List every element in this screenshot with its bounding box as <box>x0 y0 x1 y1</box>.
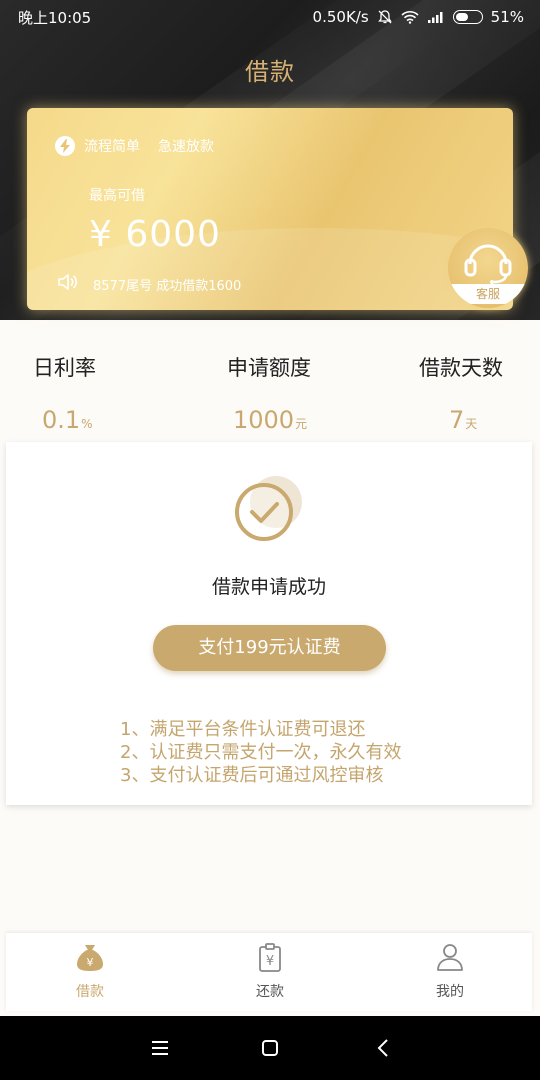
loan-card: 流程简单 急速放款 最高可借 ¥ 6000 8577尾号 成功借款1600 <box>27 108 513 310</box>
daily-rate-label: 日利率 <box>33 356 96 380</box>
tab-repay[interactable]: ¥ 还款 <box>210 933 330 1011</box>
menu-icon[interactable] <box>148 1036 172 1060</box>
max-borrow-label: 最高可借 <box>89 188 145 204</box>
svg-text:¥: ¥ <box>266 954 274 969</box>
note-item: 3、支付认证费后可通过风控审核 <box>120 765 384 786</box>
tag-fast-loan: 急速放款 <box>158 139 214 155</box>
pay-fee-button[interactable]: 支付199元认证费 <box>153 625 386 671</box>
repay-clipboard-icon: ¥ <box>254 941 286 973</box>
apply-amount-label: 申请额度 <box>227 356 311 380</box>
loan-notice: 8577尾号 成功借款1600 <box>57 272 241 296</box>
status-bar: 晚上10:05 0.50K/s 51% <box>0 0 540 34</box>
lightning-icon <box>55 136 75 156</box>
mute-bell-icon <box>377 9 393 25</box>
wifi-icon <box>401 10 419 24</box>
loan-days-value: 7天 <box>449 406 478 434</box>
daily-rate-value: 0.1% <box>42 406 93 434</box>
success-message: 借款申请成功 <box>211 576 326 598</box>
tab-mine-label: 我的 <box>436 984 464 1000</box>
battery-percent: 51% <box>490 8 524 26</box>
battery-icon <box>452 10 483 24</box>
headset-icon <box>462 240 514 288</box>
network-speed: 0.50K/s <box>312 8 369 26</box>
tab-mine[interactable]: 我的 <box>390 933 510 1011</box>
note-item: 2、认证费只需支付一次，永久有效 <box>120 742 402 763</box>
speaker-icon <box>57 272 79 296</box>
money-bag-icon: ¥ <box>74 941 106 973</box>
note-item: 1、满足平台条件认证费可退还 <box>120 719 366 740</box>
card-tags: 流程简单 急速放款 <box>55 136 214 156</box>
fee-notes: 1、满足平台条件认证费可退还 2、认证费只需支付一次，永久有效 3、支付认证费后… <box>120 718 401 787</box>
stats-values: 0.1% 1000元 7天 <box>0 406 540 440</box>
tab-repay-label: 还款 <box>256 984 284 1000</box>
success-panel: 借款申请成功 支付199元认证费 1、满足平台条件认证费可退还 2、认证费只需支… <box>6 442 532 805</box>
loan-notice-text: 8577尾号 成功借款1600 <box>93 278 242 294</box>
check-circle-icon <box>234 476 306 544</box>
signal-icon <box>427 10 445 24</box>
svg-text:¥: ¥ <box>87 956 94 969</box>
status-time: 晚上10:05 <box>18 8 92 27</box>
bottom-tab-bar: ¥ 借款 ¥ 还款 我的 <box>6 933 532 1011</box>
stats-labels: 日利率 申请额度 借款天数 <box>0 352 540 382</box>
apply-amount-value: 1000元 <box>233 406 308 434</box>
tab-borrow-label: 借款 <box>76 984 104 1000</box>
user-icon <box>434 941 466 973</box>
back-icon[interactable] <box>372 1036 396 1060</box>
page-title: 借款 <box>245 58 295 86</box>
tab-borrow[interactable]: ¥ 借款 <box>30 933 150 1011</box>
loan-days-label: 借款天数 <box>419 356 503 380</box>
tag-simple-process: 流程简单 <box>84 139 140 155</box>
system-nav-bar <box>0 1016 540 1080</box>
home-icon[interactable] <box>258 1036 282 1060</box>
customer-service-button[interactable]: 客服 <box>448 228 528 308</box>
max-borrow-amount: ¥ 6000 <box>89 214 221 255</box>
customer-service-label: 客服 <box>448 284 528 304</box>
